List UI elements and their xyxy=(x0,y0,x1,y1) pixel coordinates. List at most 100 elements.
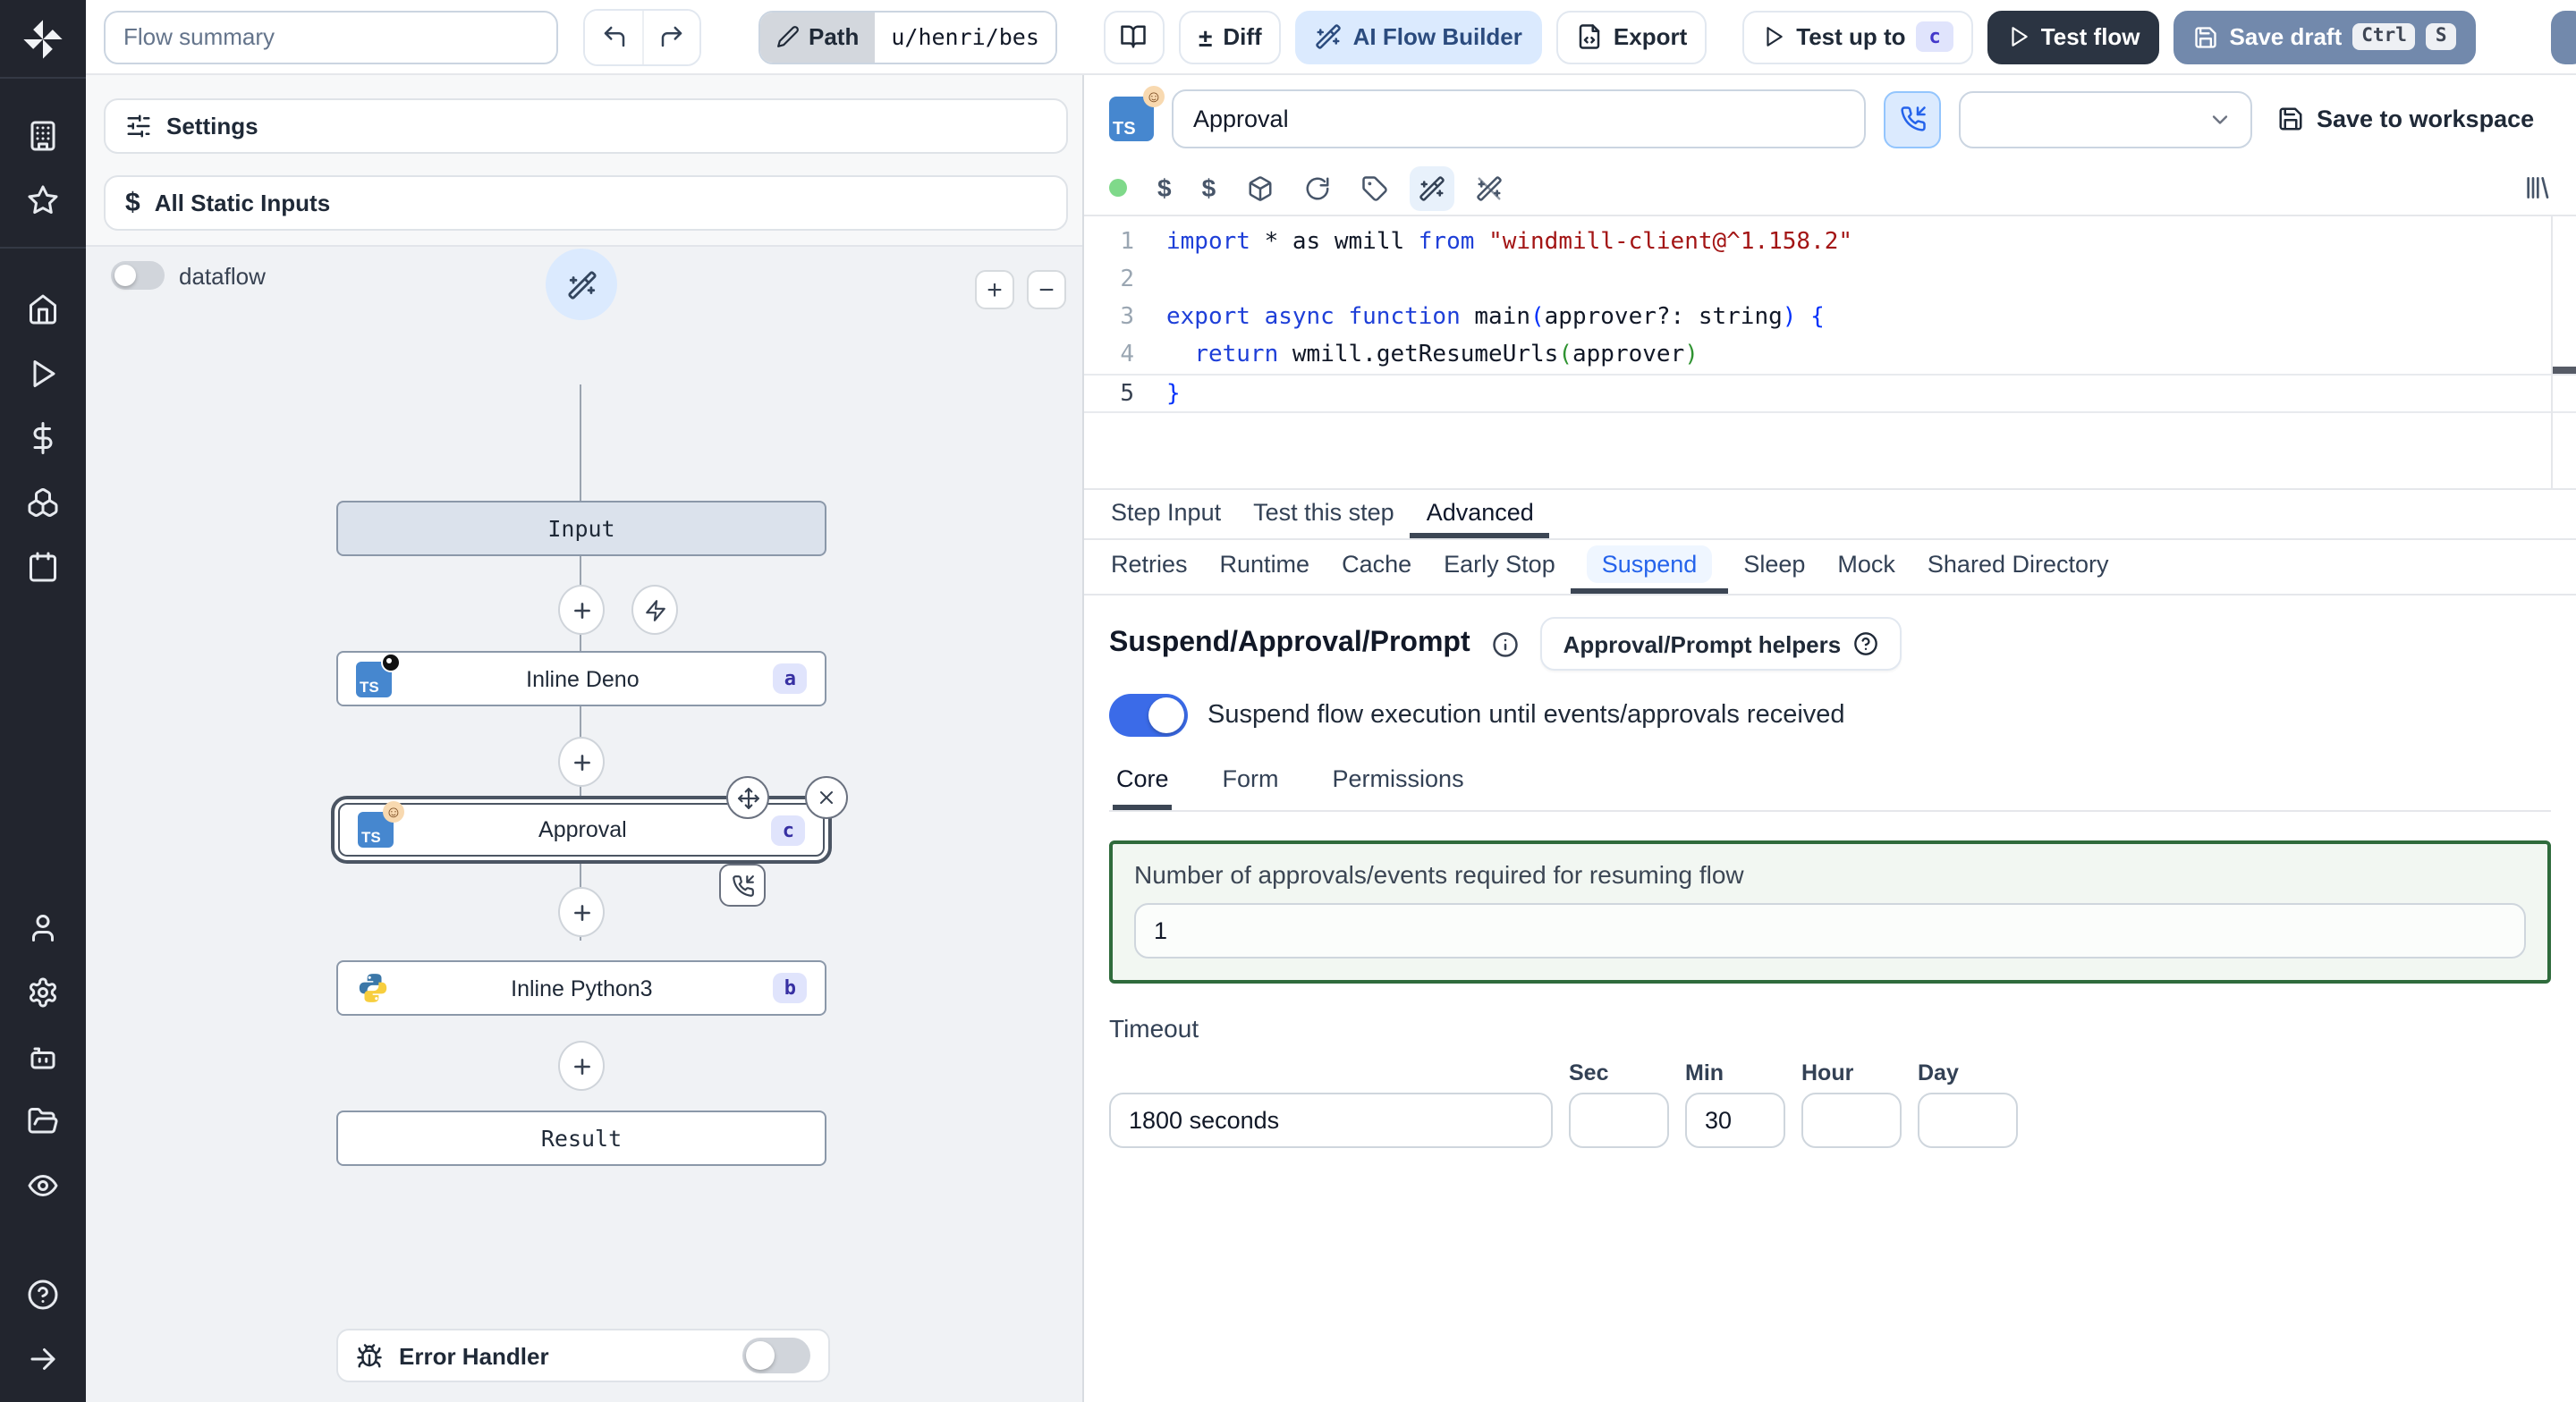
tab-sleep[interactable]: Sleep xyxy=(1727,540,1821,594)
settings-gear-icon[interactable] xyxy=(27,960,59,1025)
library-icon[interactable] xyxy=(2522,173,2551,202)
bug-icon xyxy=(357,1343,382,1367)
tab-test-this-step[interactable]: Test this step xyxy=(1237,490,1411,538)
step-name-input[interactable] xyxy=(1172,89,1866,148)
folders-icon[interactable] xyxy=(27,1089,59,1153)
wand-icon xyxy=(567,270,596,299)
test-flow-button[interactable]: Test flow xyxy=(1987,10,2160,63)
typescript-icon: TS ☺ xyxy=(358,801,404,848)
audit-eye-icon[interactable] xyxy=(27,1153,59,1218)
day-input[interactable] xyxy=(1918,1093,2018,1148)
step-id-badge: b xyxy=(773,973,807,1003)
zoom-in-button[interactable]: + xyxy=(975,270,1014,309)
suspend-toggle[interactable] xyxy=(1109,694,1188,737)
diff-button[interactable]: ± Diff xyxy=(1178,10,1282,63)
info-icon[interactable] xyxy=(1492,630,1519,657)
typescript-icon: TS xyxy=(356,652,401,697)
add-step-button[interactable] xyxy=(558,737,605,787)
ai-wand-off-icon[interactable] xyxy=(1475,174,1502,201)
tab-early-stop[interactable]: Early Stop xyxy=(1428,540,1572,594)
tab-cache[interactable]: Cache xyxy=(1326,540,1428,594)
save-to-workspace-button[interactable]: Save to workspace xyxy=(2277,106,2534,132)
suspend-phone-badge[interactable] xyxy=(719,864,766,907)
step-node-a[interactable]: TS Inline Deno a xyxy=(336,651,826,706)
tab-retries[interactable]: Retries xyxy=(1095,540,1204,594)
input-node-label: Input xyxy=(547,515,615,542)
user-icon[interactable] xyxy=(27,896,59,960)
add-trigger-button[interactable] xyxy=(631,585,678,635)
timeout-seconds-input[interactable] xyxy=(1109,1093,1553,1148)
error-handler-card[interactable]: Error Handler xyxy=(336,1329,830,1382)
tab-step-input[interactable]: Step Input xyxy=(1095,490,1237,538)
favorites-star-icon[interactable] xyxy=(27,168,59,232)
zoom-out-button[interactable]: − xyxy=(1027,270,1066,309)
min-input[interactable] xyxy=(1685,1093,1785,1148)
close-icon xyxy=(820,791,833,804)
home-icon[interactable] xyxy=(27,277,59,342)
workers-bot-icon[interactable] xyxy=(27,1025,59,1089)
export-label: Export xyxy=(1613,23,1688,50)
export-button[interactable]: Export xyxy=(1555,10,1707,63)
kbd-s: S xyxy=(2426,23,2456,50)
graph-canvas[interactable]: dataflow + − Input TS Inline Deno a TS ☺… xyxy=(86,245,1082,1402)
docs-book-button[interactable] xyxy=(1103,10,1165,63)
path-button[interactable]: Path u/henri/bes xyxy=(758,10,1057,63)
scrollbar-indicator[interactable] xyxy=(2553,367,2576,374)
sec-input[interactable] xyxy=(1569,1093,1669,1148)
package-icon[interactable] xyxy=(1246,174,1273,201)
delete-step-button[interactable] xyxy=(805,776,848,819)
redo-button[interactable] xyxy=(642,10,699,63)
dataflow-toggle[interactable] xyxy=(111,261,165,290)
step-node-b[interactable]: Inline Python3 b xyxy=(336,960,826,1016)
tag-icon[interactable] xyxy=(1360,174,1387,201)
subtab-permissions[interactable]: Permissions xyxy=(1329,765,1468,810)
collapse-arrow-icon[interactable] xyxy=(27,1327,59,1391)
error-handler-toggle[interactable] xyxy=(742,1338,810,1373)
subtab-core[interactable]: Core xyxy=(1113,765,1173,810)
approval-prompt-helpers-button[interactable]: Approval/Prompt helpers xyxy=(1539,617,1902,671)
windmill-logo-icon[interactable] xyxy=(20,16,66,63)
reload-icon[interactable] xyxy=(1303,174,1330,201)
approvals-required-input[interactable] xyxy=(1134,903,2526,959)
add-step-button[interactable] xyxy=(558,887,605,937)
deploy-button-clipped[interactable] xyxy=(2551,11,2576,64)
variable-picker-icon[interactable]: $ xyxy=(1157,173,1172,202)
subtab-form[interactable]: Form xyxy=(1219,765,1283,810)
deno-icon xyxy=(381,652,401,671)
input-node[interactable]: Input xyxy=(336,501,826,556)
help-icon[interactable] xyxy=(27,1263,59,1327)
tab-suspend[interactable]: Suspend xyxy=(1571,540,1728,594)
ai-flow-builder-button[interactable]: AI Flow Builder xyxy=(1295,10,1542,63)
schedules-icon[interactable] xyxy=(27,535,59,599)
result-node[interactable]: Result xyxy=(336,1111,826,1166)
ai-assist-button[interactable] xyxy=(546,249,617,320)
add-step-button[interactable] xyxy=(558,1041,605,1091)
add-step-button[interactable] xyxy=(558,585,605,635)
tab-shared-directory[interactable]: Shared Directory xyxy=(1911,540,2125,594)
suspend-subtabs: Core Form Permissions xyxy=(1109,765,2551,812)
save-draft-button[interactable]: Save draft Ctrl S xyxy=(2174,10,2476,63)
suspend-toggle-label: Suspend flow execution until events/appr… xyxy=(1208,701,1845,730)
ai-wand-active-icon[interactable] xyxy=(1409,165,1454,210)
tab-advanced[interactable]: Advanced xyxy=(1410,490,1550,538)
all-static-inputs-card[interactable]: $ All Static Inputs xyxy=(104,175,1068,231)
code-editor[interactable]: 1 import * as wmill from "windmill-clien… xyxy=(1084,215,2576,488)
flow-summary-input[interactable] xyxy=(104,10,558,63)
code-line: 2 xyxy=(1120,266,1134,293)
test-up-to-button[interactable]: Test up to c xyxy=(1742,10,1973,63)
suspend-phone-button[interactable] xyxy=(1884,90,1941,148)
resource-picker-icon[interactable]: $ xyxy=(1202,173,1216,202)
tab-runtime[interactable]: Runtime xyxy=(1204,540,1326,594)
flow-settings-card[interactable]: Settings xyxy=(104,98,1068,154)
play-icon xyxy=(1767,27,1783,46)
hour-input[interactable] xyxy=(1801,1093,1902,1148)
script-version-select[interactable] xyxy=(1959,90,2252,148)
runs-icon[interactable] xyxy=(27,342,59,406)
editor-toolbar: $ $ xyxy=(1084,161,2576,215)
resources-icon[interactable] xyxy=(27,470,59,535)
variables-icon[interactable] xyxy=(27,406,59,470)
tab-mock[interactable]: Mock xyxy=(1821,540,1911,594)
workspace-icon[interactable] xyxy=(27,104,59,168)
undo-button[interactable] xyxy=(585,10,642,63)
move-step-button[interactable] xyxy=(726,776,769,819)
